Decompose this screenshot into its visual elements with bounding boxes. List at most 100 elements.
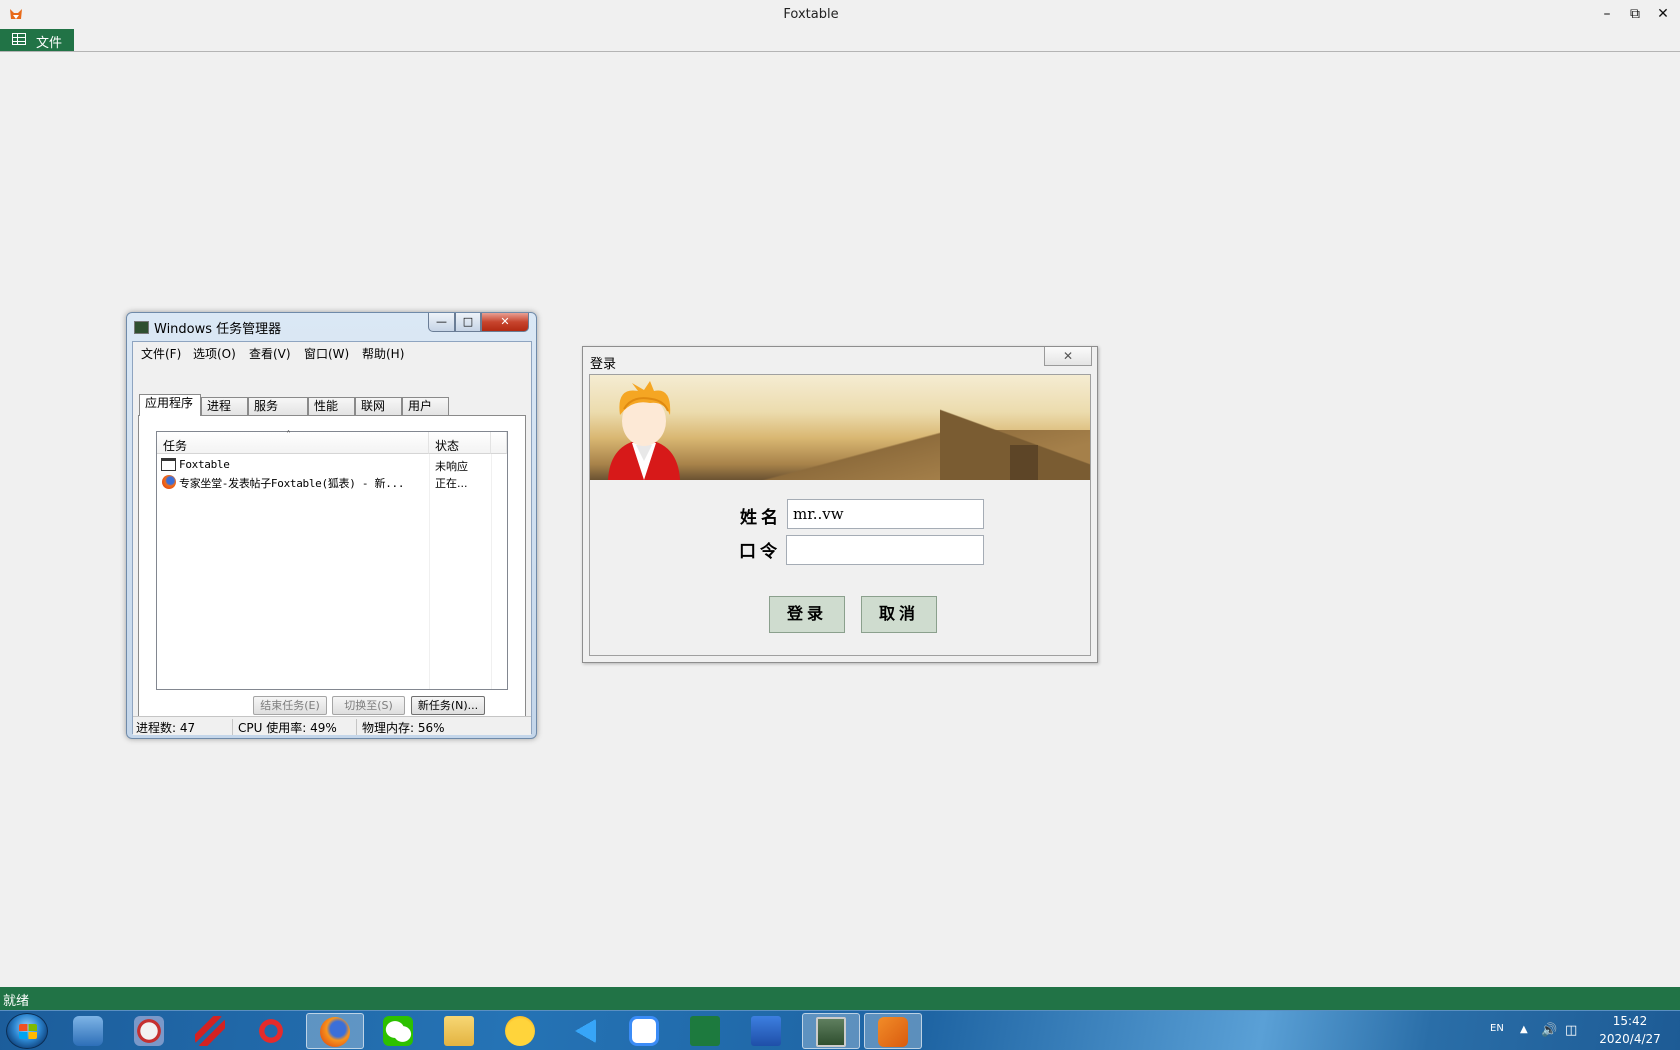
volume-icon[interactable]: 🔊 <box>1541 1023 1557 1038</box>
taskbar-media-player-app[interactable] <box>553 1013 611 1049</box>
menu-options[interactable]: 选项(O) <box>193 345 236 362</box>
taskbar-task-manager-app[interactable] <box>802 1013 860 1049</box>
task-manager-title: Windows 任务管理器 <box>154 322 282 337</box>
taskbar-file-explorer-app[interactable] <box>431 1013 489 1049</box>
wechat-icon <box>383 1016 413 1046</box>
tab-processes[interactable]: 进程 <box>201 397 248 415</box>
clock-time[interactable]: 15:42 <box>1600 1014 1660 1028</box>
cpu-usage: CPU 使用率: 49% <box>233 719 357 735</box>
menu-help[interactable]: 帮助(H) <box>362 345 404 362</box>
column-header-task[interactable]: 任务 ˄ <box>157 430 429 454</box>
windows-logo-icon <box>19 1024 37 1039</box>
firefox-icon <box>320 1017 350 1047</box>
taskbar-firefox-app[interactable] <box>306 1013 364 1049</box>
task-status: 未响应 <box>435 460 468 473</box>
tab-users[interactable]: 用户 <box>402 397 449 415</box>
login-dialog-title: 登录 <box>590 357 617 372</box>
remote-desktop-icon <box>134 1016 164 1046</box>
taskbar-ribbon-app[interactable] <box>243 1013 301 1049</box>
table-row[interactable]: Foxtable 未响应 <box>161 457 501 473</box>
close-icon[interactable]: ✕ <box>1044 347 1092 366</box>
excel-icon <box>690 1016 720 1046</box>
applications-panel: 任务 ˄ 状态 Foxtable 未响应 专家坐堂-发表帖子Foxtable(狐… <box>138 415 526 719</box>
taskbar-wechat-app[interactable] <box>370 1013 428 1049</box>
new-task-button[interactable]: 新任务(N)... <box>411 696 485 715</box>
sort-ascending-icon: ˄ <box>286 430 291 441</box>
menu-view[interactable]: 查看(V) <box>249 345 291 362</box>
task-status: 正在... <box>435 477 468 490</box>
folder-icon <box>444 1016 474 1046</box>
column-header-task-label: 任务 <box>163 439 188 453</box>
tab-networking[interactable]: 联网 <box>355 397 402 415</box>
tab-services[interactable]: 服务 <box>248 397 308 415</box>
table-icon <box>12 33 26 45</box>
task-list[interactable]: 任务 ˄ 状态 Foxtable 未响应 专家坐堂-发表帖子Foxtable(狐… <box>156 430 508 690</box>
file-menu-label: 文件 <box>36 36 63 51</box>
taskbar-foxtable-app[interactable] <box>864 1013 922 1049</box>
password-input[interactable] <box>786 535 984 565</box>
taskbar-remote-desktop-app[interactable] <box>121 1013 179 1049</box>
network-status-icon[interactable]: ◫ <box>1565 1023 1577 1038</box>
minimize-icon[interactable]: — <box>428 313 455 332</box>
login-button[interactable]: 登录 <box>769 596 845 633</box>
menu-window[interactable]: 窗口(W) <box>304 345 349 362</box>
close-icon[interactable]: ✕ <box>1650 4 1676 24</box>
column-header-status[interactable]: 状态 <box>429 432 491 454</box>
file-menu-tab[interactable]: 文件 <box>0 29 74 51</box>
login-dialog[interactable]: 登录 ✕ 姓名 mr..vw 口令 登录 取消 <box>582 346 1098 663</box>
user-avatar-icon <box>608 381 680 480</box>
task-manager-body: 文件(F) 选项(O) 查看(V) 窗口(W) 帮助(H) 应用程序 进程 服务… <box>132 341 532 735</box>
window-title: Foxtable <box>783 7 839 22</box>
title-bar: Foxtable – ⧉ ✕ <box>0 0 1680 28</box>
login-panel: 姓名 mr..vw 口令 登录 取消 <box>589 374 1091 656</box>
network-icon <box>73 1016 103 1046</box>
task-manager-statusbar: 进程数: 47 CPU 使用率: 49% 物理内存: 56% <box>133 716 531 735</box>
show-hidden-icons-icon[interactable]: ▲ <box>1520 1024 1528 1035</box>
firefox-icon <box>162 475 176 489</box>
maximize-icon[interactable]: □ <box>455 313 481 332</box>
tab-applications[interactable]: 应用程序 <box>139 394 201 416</box>
menu-file[interactable]: 文件(F) <box>141 345 181 362</box>
app-statusbar: 就绪 <box>0 987 1680 1010</box>
taskbar-network-app[interactable] <box>60 1013 118 1049</box>
play-icon <box>566 1016 596 1046</box>
ftp-smiley-icon <box>505 1016 535 1046</box>
netdisk-icon <box>629 1016 659 1046</box>
password-label: 口令 <box>739 542 781 562</box>
taskbar: EN ▲ 🔊 ◫ 15:42 2020/4/27 <box>0 1010 1680 1050</box>
ribbon-icon <box>256 1016 286 1046</box>
name-input[interactable]: mr..vw <box>787 499 984 529</box>
column-header-filler <box>491 432 507 454</box>
tab-performance[interactable]: 性能 <box>308 397 355 415</box>
table-row[interactable]: 专家坐堂-发表帖子Foxtable(狐表) - 新... 正在... <box>161 474 501 490</box>
foxtable-icon <box>878 1017 908 1047</box>
task-manager-icon <box>134 321 149 334</box>
minimize-icon[interactable]: – <box>1594 4 1620 24</box>
task-name: 专家坐堂-发表帖子Foxtable(狐表) - 新... <box>179 477 405 490</box>
red-app-icon <box>195 1016 225 1046</box>
close-icon[interactable]: ✕ <box>481 313 529 332</box>
taskbar-v4-app[interactable] <box>738 1013 796 1049</box>
task-manager-window[interactable]: Windows 任务管理器 — □ ✕ 文件(F) 选项(O) 查看(V) 窗口… <box>126 312 537 739</box>
watchtower-shape <box>1010 445 1038 480</box>
task-manager-menubar: 文件(F) 选项(O) 查看(V) 窗口(W) 帮助(H) <box>133 342 531 361</box>
status-text: 就绪 <box>3 994 30 1009</box>
taskbar-baidu-netdisk-app[interactable] <box>616 1013 674 1049</box>
name-label: 姓名 <box>740 508 782 528</box>
clock-date[interactable]: 2020/4/27 <box>1592 1032 1668 1046</box>
taskbar-ftp-app[interactable] <box>492 1013 550 1049</box>
memory-usage: 物理内存: 56% <box>362 721 445 735</box>
window-icon <box>161 458 176 471</box>
start-button[interactable] <box>6 1013 48 1049</box>
switch-to-button[interactable]: 切换至(S) <box>332 696 405 715</box>
taskbar-red-app[interactable] <box>182 1013 240 1049</box>
end-task-button[interactable]: 结束任务(E) <box>253 696 327 715</box>
taskbar-excel-app[interactable] <box>677 1013 735 1049</box>
menu-divider <box>0 51 1680 52</box>
restore-icon[interactable]: ⧉ <box>1622 4 1648 24</box>
v4-icon <box>751 1016 781 1046</box>
great-wall-banner <box>590 375 1090 480</box>
cancel-button[interactable]: 取消 <box>861 596 937 633</box>
language-indicator[interactable]: EN <box>1490 1023 1504 1034</box>
task-name: Foxtable <box>179 458 230 471</box>
